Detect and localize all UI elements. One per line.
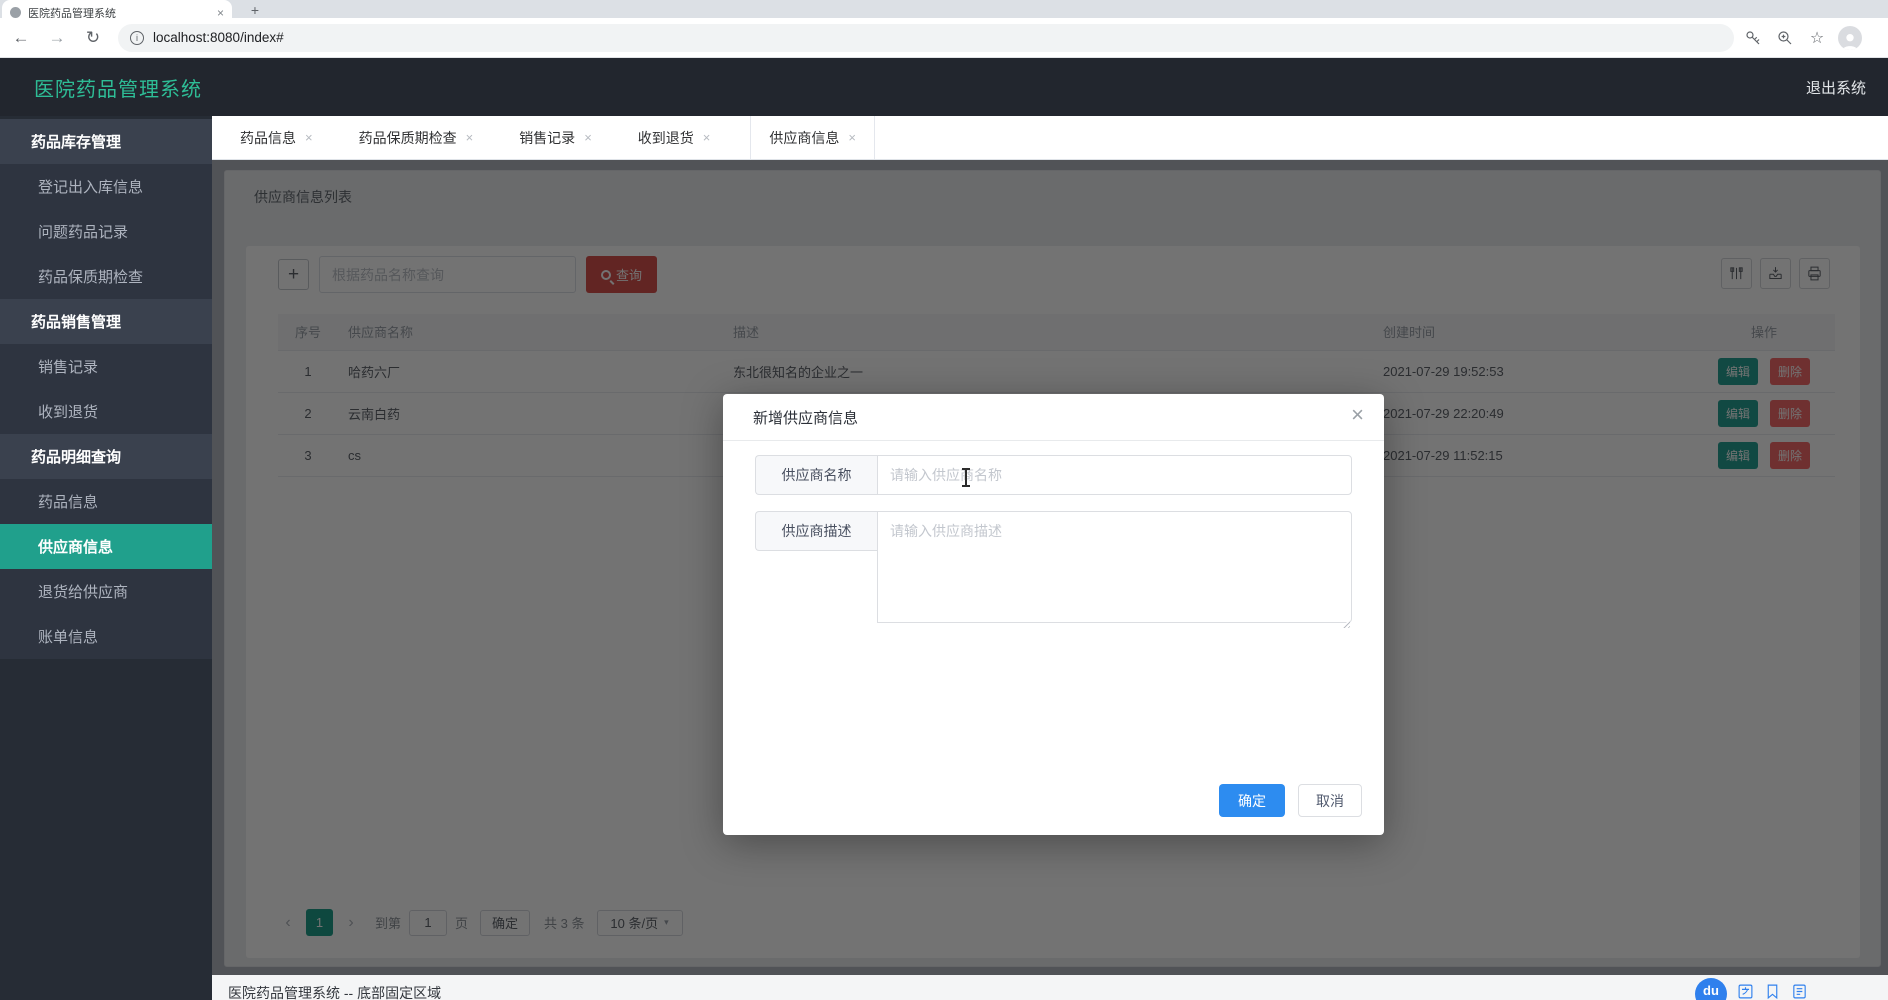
sidebar-menu: 药品库存管理 登记出入库信息 问题药品记录 药品保质期检查 药品销售管理 销售记… [0, 119, 212, 659]
sidebar-item-supplier-info[interactable]: 供应商信息 [0, 524, 212, 569]
forward-icon[interactable]: → [42, 23, 72, 53]
dialog-header: 新增供应商信息 × [723, 394, 1384, 441]
sidebar: 药品库存管理 登记出入库信息 问题药品记录 药品保质期检查 药品销售管理 销售记… [0, 116, 212, 1000]
tab-close-icon[interactable]: × [584, 130, 592, 145]
app-title: 医院药品管理系统 [34, 78, 202, 101]
tab-close-icon[interactable]: × [703, 130, 711, 145]
logout-link[interactable]: 退出系统 [1806, 77, 1866, 98]
footer-bar: 医院药品管理系统 -- 底部固定区域 du [212, 975, 1888, 1000]
profile-avatar[interactable] [1838, 25, 1862, 50]
tab-close-icon[interactable]: × [848, 130, 856, 145]
tab-close-icon[interactable]: × [217, 6, 224, 19]
text-cursor [962, 468, 970, 487]
back-icon[interactable]: ← [6, 23, 36, 53]
footer-text: 医院药品管理系统 -- 底部固定区域 [228, 985, 442, 1000]
sidebar-group-inventory[interactable]: 药品库存管理 [0, 119, 212, 164]
note-icon[interactable] [1791, 983, 1808, 1000]
supplier-name-field-group: 供应商名称 [755, 455, 1352, 495]
dialog-close-icon[interactable]: × [1351, 404, 1364, 426]
tab-drug-info[interactable]: 药品信息 × [234, 116, 319, 159]
sidebar-item-bill-info[interactable]: 账单信息 [0, 614, 212, 659]
dialog-title: 新增供应商信息 [753, 409, 859, 427]
tab-label: 销售记录 [519, 129, 576, 146]
sidebar-item-return-to-supplier[interactable]: 退货给供应商 [0, 569, 212, 614]
supplier-desc-label: 供应商描述 [755, 511, 877, 551]
supplier-name-input[interactable] [877, 455, 1352, 495]
dialog-footer: 确定 取消 [1219, 784, 1362, 817]
workspace-tabbar: 药品信息 × 药品保质期检查 × 销售记录 × 收到退货 × 供应商信息 × [212, 116, 1888, 160]
browser-toolbar: ← → ↻ i localhost:8080/index# ☆ [0, 18, 1888, 58]
browser-tabstrip: 医院药品管理系统 × + [0, 0, 1888, 18]
sidebar-item-drug-info[interactable]: 药品信息 [0, 479, 212, 524]
new-tab-button[interactable]: + [244, 3, 266, 18]
sidebar-item-returns-received[interactable]: 收到退货 [0, 389, 212, 434]
tab-sales-records[interactable]: 销售记录 × [513, 116, 598, 159]
translate-icon[interactable] [1737, 983, 1754, 1000]
bookmark-ribbon-icon[interactable] [1764, 983, 1781, 1000]
browser-tab[interactable]: 医院药品管理系统 × [2, 0, 232, 18]
reload-icon[interactable]: ↻ [78, 23, 108, 53]
footer-icons: du [1695, 978, 1808, 1000]
address-bar[interactable]: i localhost:8080/index# [118, 23, 1734, 52]
tab-expiry-check[interactable]: 药品保质期检查 × [353, 116, 480, 159]
sidebar-group-sales[interactable]: 药品销售管理 [0, 299, 212, 344]
tab-close-icon[interactable]: × [466, 130, 474, 145]
dialog-ok-button[interactable]: 确定 [1219, 784, 1285, 817]
url-text[interactable]: localhost:8080/index# [153, 30, 284, 45]
sidebar-item-register-in-out[interactable]: 登记出入库信息 [0, 164, 212, 209]
favicon-icon [10, 6, 21, 18]
sidebar-item-sales-records[interactable]: 销售记录 [0, 344, 212, 389]
app-header: 医院药品管理系统 退出系统 [0, 58, 1888, 116]
tab-label: 收到退货 [637, 129, 694, 146]
dialog-cancel-button[interactable]: 取消 [1298, 784, 1362, 817]
supplier-name-label: 供应商名称 [755, 455, 877, 495]
supplier-desc-field-group: 供应商描述 [755, 511, 1352, 623]
tab-label: 药品信息 [240, 129, 296, 146]
bookmark-star-icon[interactable]: ☆ [1806, 27, 1828, 49]
supplier-desc-textarea[interactable] [877, 511, 1352, 623]
tab-close-icon[interactable]: × [305, 130, 313, 145]
password-key-icon[interactable] [1742, 27, 1764, 49]
browser-tab-title: 医院药品管理系统 [28, 8, 116, 18]
page-info-icon[interactable]: i [130, 30, 144, 45]
sidebar-item-problem-drugs[interactable]: 问题药品记录 [0, 209, 212, 254]
sidebar-group-drug-details[interactable]: 药品明细查询 [0, 434, 212, 479]
add-supplier-dialog: 新增供应商信息 × 供应商名称 供应商描述 确定 取消 [723, 394, 1384, 835]
sidebar-item-expiry-check[interactable]: 药品保质期检查 [0, 254, 212, 299]
tab-returns-received[interactable]: 收到退货 × [632, 116, 717, 159]
zoom-icon[interactable] [1774, 27, 1796, 49]
application-window: 医院药品管理系统 × + ← → ↻ i localhost:8080/inde… [0, 0, 1888, 1000]
baidu-badge-icon[interactable]: du [1695, 978, 1727, 1000]
browser-action-icons: ☆ [1742, 25, 1862, 50]
tab-supplier-info[interactable]: 供应商信息 × [750, 116, 875, 159]
tab-label: 供应商信息 [769, 129, 840, 146]
tab-label: 药品保质期检查 [358, 129, 457, 146]
